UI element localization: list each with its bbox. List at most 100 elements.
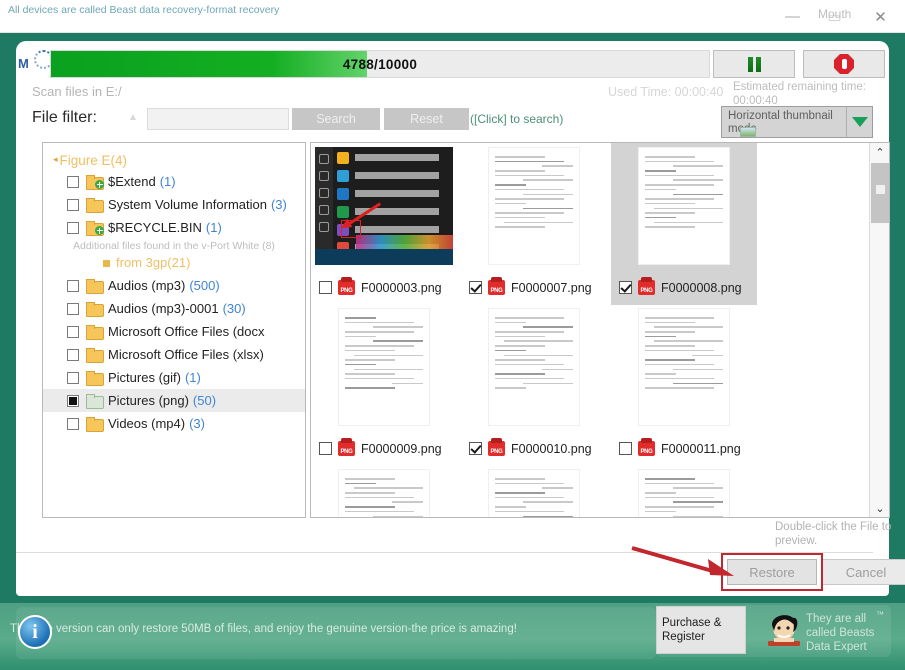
- tree-checkbox[interactable]: [67, 222, 79, 234]
- pause-icon: [748, 57, 761, 72]
- thumbnail-item[interactable]: PNGF0000011.png: [611, 304, 757, 466]
- tree-item-count: (1): [160, 174, 176, 189]
- thumbnail-item[interactable]: PNGF0000010.png: [461, 304, 607, 466]
- scroll-down-icon[interactable]: ⌄: [870, 499, 890, 517]
- thumbnail-filename: F0000003.png: [361, 281, 442, 295]
- folder-icon: [86, 302, 102, 315]
- restore-button[interactable]: Restore: [727, 559, 817, 585]
- tree-item-2[interactable]: Microsoft Office Files (docx: [43, 320, 305, 343]
- folder-icon: [86, 221, 102, 234]
- thumbnail-caption: PNGF0000009.png: [319, 441, 455, 456]
- tree-item-4[interactable]: Pictures (gif)(1): [43, 366, 305, 389]
- tree-item-label: Microsoft Office Files (xlsx): [108, 347, 264, 362]
- thumbnail-image: [338, 469, 430, 518]
- document-preview-art: [489, 148, 579, 264]
- png-file-icon: PNG: [338, 441, 355, 456]
- info-icon: i: [18, 615, 52, 649]
- tree-item-2[interactable]: ▸$RECYCLE.BIN(1): [43, 216, 305, 239]
- used-time-text: Used Time: 00:00:40: [608, 85, 723, 99]
- tree-checkbox[interactable]: [67, 176, 79, 188]
- scroll-up-icon[interactable]: ⌃: [870, 143, 890, 161]
- document-preview-art: [489, 309, 579, 425]
- tree-item-label: $Extend: [108, 174, 156, 189]
- document-preview-art: [639, 309, 729, 425]
- thumbnail-item[interactable]: PNGF0000007.png: [461, 143, 607, 305]
- document-preview-art: [639, 470, 729, 518]
- folder-icon: [86, 325, 102, 338]
- thumbnail-checkbox[interactable]: [619, 281, 632, 294]
- thumbnail-item[interactable]: [311, 465, 457, 518]
- thumbnail-caption: PNGF0000010.png: [469, 441, 605, 456]
- tree-subgroup-label[interactable]: from 3gp(21): [43, 252, 305, 274]
- tree-checkbox[interactable]: [67, 395, 79, 407]
- thumbnail-caption: PNGF0000007.png: [469, 280, 605, 295]
- tree-checkbox[interactable]: [67, 372, 79, 384]
- tree-root-label[interactable]: ◂Figure E(4): [43, 148, 305, 170]
- thumbnail-checkbox[interactable]: [469, 281, 482, 294]
- folder-tree-panel[interactable]: ◂Figure E(4) ▸$Extend(1)System Volume In…: [42, 142, 306, 518]
- tree-item-5[interactable]: Pictures (png)(50): [43, 389, 305, 412]
- stop-icon: [834, 54, 854, 74]
- file-filter-input[interactable]: [147, 108, 289, 130]
- search-hint-text: ([Click] to search): [470, 112, 563, 126]
- thumbnail-checkbox[interactable]: [319, 442, 332, 455]
- tree-note-text: Additional files found in the v-Port Whi…: [43, 239, 293, 252]
- thumbnail-item[interactable]: PNGF0000008.png: [611, 143, 757, 305]
- spinner-letter: M: [18, 56, 29, 71]
- tree-item-label: Microsoft Office Files (docx: [108, 324, 265, 339]
- thumbnail-grid: PNGF0000003.pngPNGF0000007.pngPNGF000000…: [311, 143, 869, 517]
- thumbnail-image: [638, 308, 730, 426]
- tree-item-label: Videos (mp4): [108, 416, 185, 431]
- folder-icon: [86, 348, 102, 361]
- png-file-icon: PNG: [488, 441, 505, 456]
- cancel-button[interactable]: Cancel: [821, 559, 905, 585]
- chevron-down-icon[interactable]: [846, 107, 872, 137]
- thumbnail-filename: F0000007.png: [511, 281, 592, 295]
- tree-item-label: Audios (mp3): [108, 278, 185, 293]
- tree-checkbox[interactable]: [67, 303, 79, 315]
- scrollbar-thumb[interactable]: [871, 163, 889, 223]
- tree-item-1[interactable]: Audios (mp3)-0001(30): [43, 297, 305, 320]
- thumbnail-item[interactable]: PNGF0000003.png: [311, 143, 457, 305]
- tree-item-1[interactable]: System Volume Information(3): [43, 193, 305, 216]
- pause-button[interactable]: [713, 50, 795, 78]
- tree-item-0[interactable]: Audios (mp3)(500): [43, 274, 305, 297]
- thumbnail-panel[interactable]: PNGF0000003.pngPNGF0000007.pngPNGF000000…: [310, 142, 890, 518]
- tree-checkbox[interactable]: [67, 418, 79, 430]
- thumbnail-scrollbar[interactable]: ⌃ ⌄: [869, 143, 889, 517]
- search-button[interactable]: Search: [292, 108, 380, 130]
- tree-item-6[interactable]: Videos (mp4)(3): [43, 412, 305, 435]
- thumbnail-checkbox[interactable]: [619, 442, 632, 455]
- minimize-button[interactable]: —: [770, 0, 815, 33]
- stop-button[interactable]: [803, 50, 885, 78]
- double-click-hint: Double-click the File to preview.: [775, 520, 895, 548]
- thumbnail-item[interactable]: [461, 465, 607, 518]
- tree-checkbox[interactable]: [67, 326, 79, 338]
- thumbnail-mode-icon: [740, 127, 756, 137]
- tree-checkbox[interactable]: [67, 280, 79, 292]
- tree-root-text: Figure E(4): [60, 153, 128, 168]
- thumbnail-filename: F0000011.png: [661, 442, 741, 456]
- tree-item-label: $RECYCLE.BIN: [108, 220, 202, 235]
- tree-checkbox[interactable]: [67, 349, 79, 361]
- window-title-bar: All devices are called Beast data recove…: [0, 0, 905, 33]
- close-button[interactable]: ✕: [858, 0, 903, 33]
- thumbnail-item[interactable]: PNGF0000009.png: [311, 304, 457, 466]
- tree-item-count: (1): [206, 220, 222, 235]
- reset-button[interactable]: Reset: [384, 108, 469, 130]
- thumbnail-item[interactable]: [611, 465, 757, 518]
- thumbnail-checkbox[interactable]: [319, 281, 332, 294]
- tree-item-label: Pictures (png): [108, 393, 189, 408]
- start-menu-entry: [337, 151, 447, 166]
- footer-divider: [16, 552, 873, 553]
- thumbnail-checkbox[interactable]: [469, 442, 482, 455]
- tree-item-3[interactable]: Microsoft Office Files (xlsx): [43, 343, 305, 366]
- tree-item-label: Audios (mp3)-0001: [108, 301, 219, 316]
- tree-checkbox[interactable]: [67, 199, 79, 211]
- taskbar: [315, 249, 453, 265]
- folder-icon: [86, 394, 102, 407]
- mascot-icon: [762, 610, 806, 654]
- tree-item-0[interactable]: ▸$Extend(1): [43, 170, 305, 193]
- purchase-register-button[interactable]: Purchase & Register: [656, 606, 746, 654]
- view-mode-dropdown[interactable]: Horizontal thumbnail mode: [721, 106, 873, 138]
